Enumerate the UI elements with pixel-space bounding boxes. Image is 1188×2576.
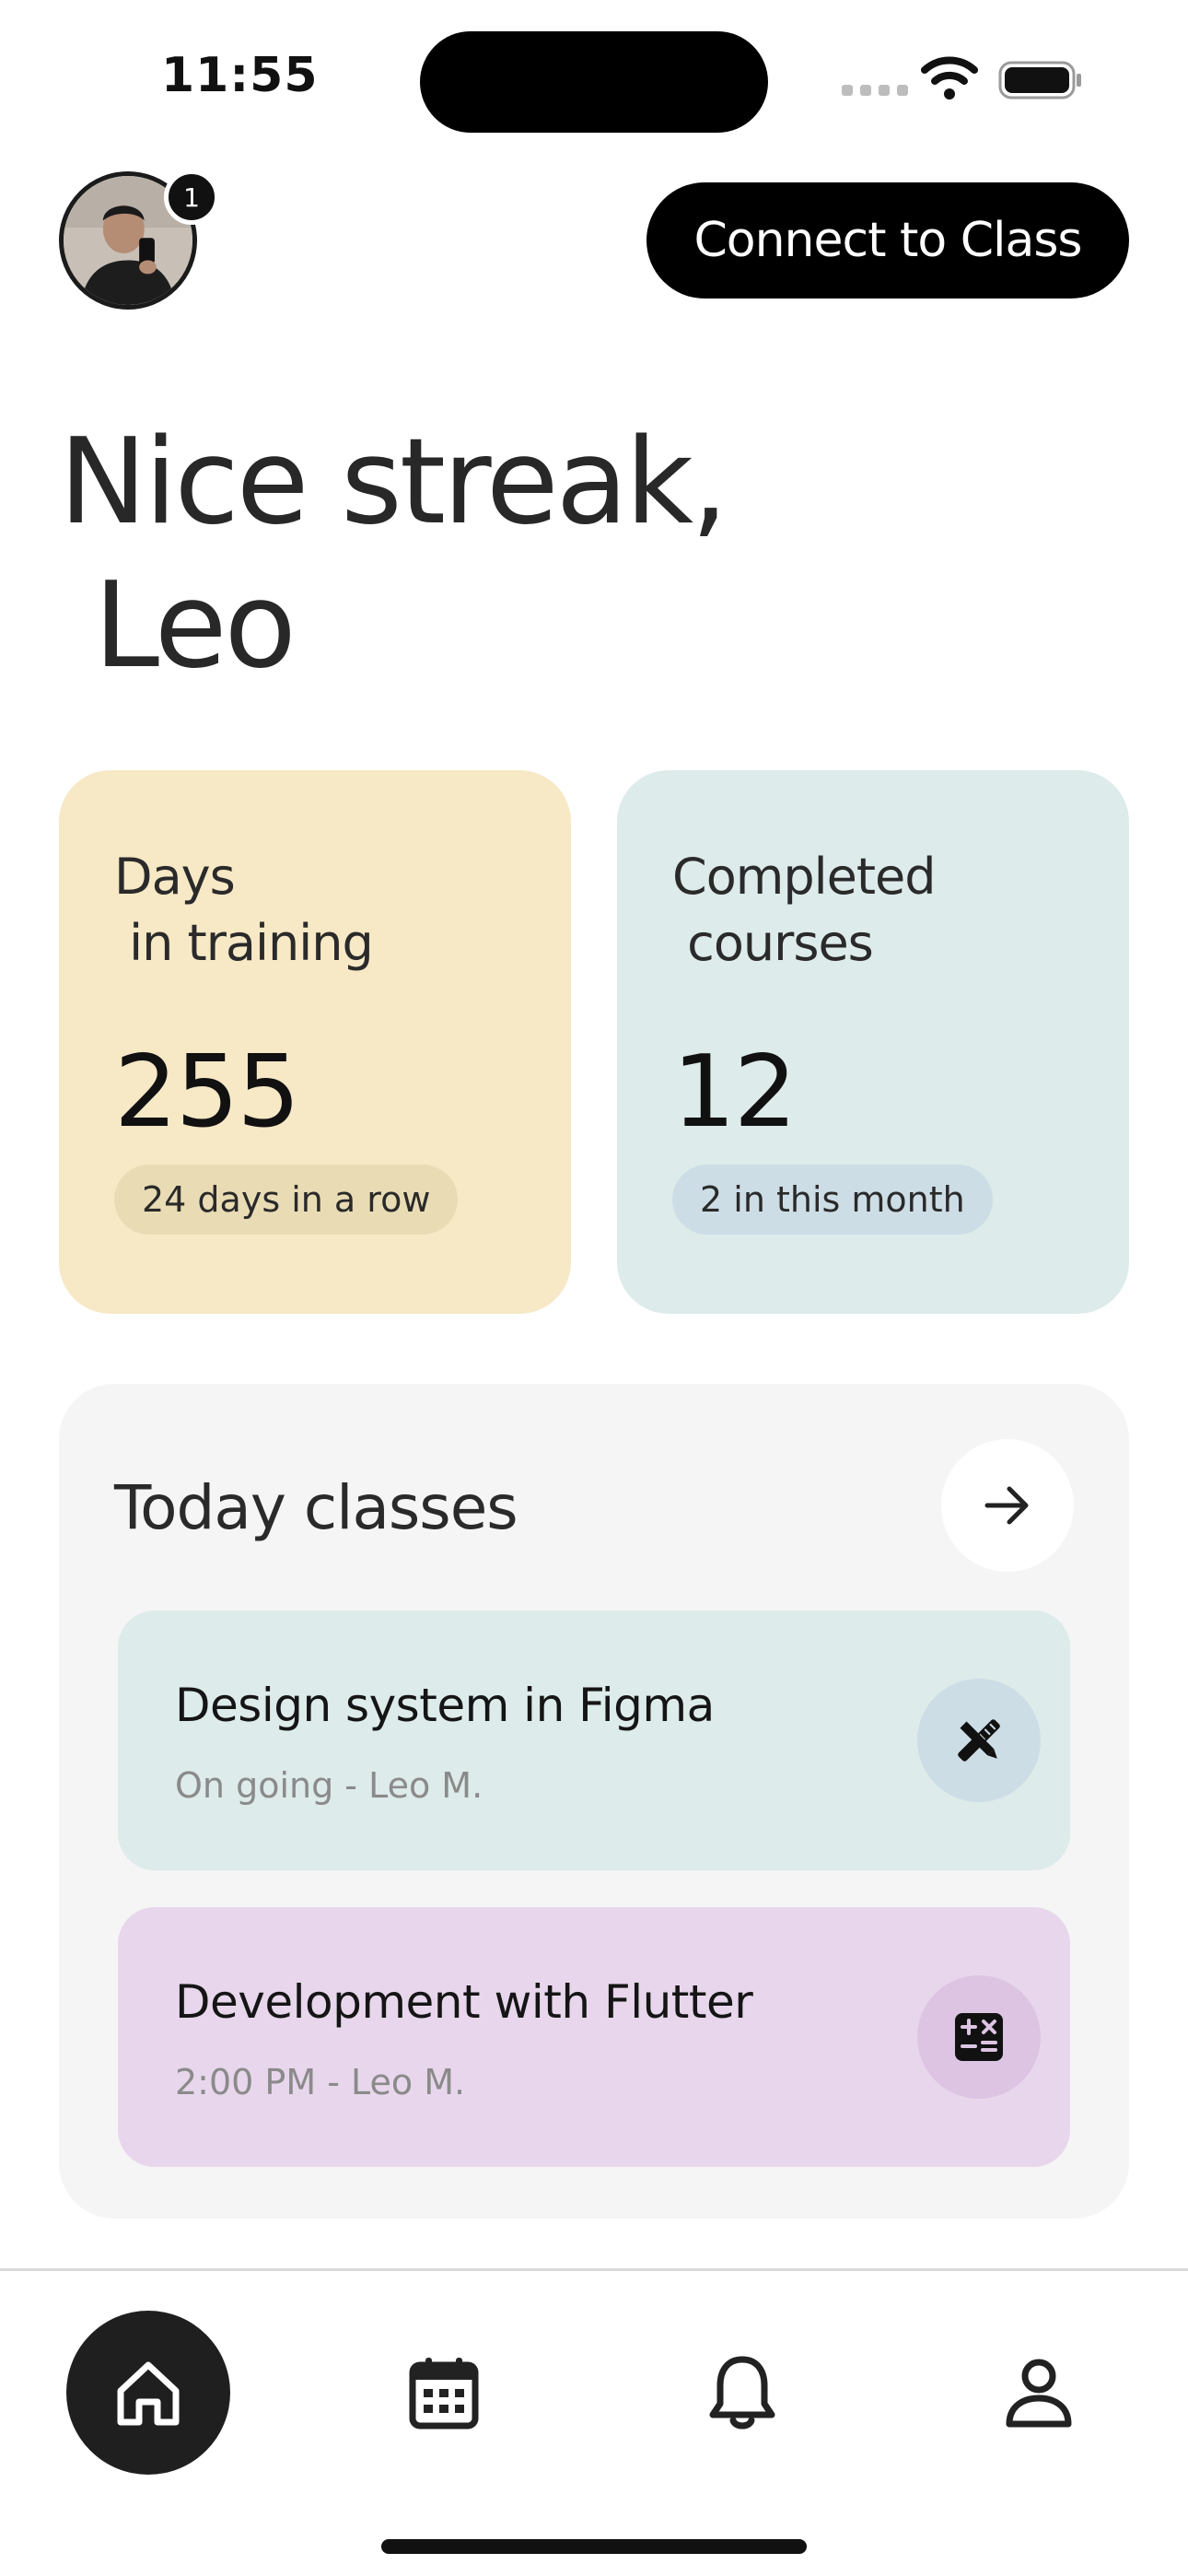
wifi-icon	[921, 56, 978, 100]
see-all-classes-button[interactable]	[941, 1439, 1074, 1572]
home-indicator	[381, 2539, 807, 2554]
nav-notifications[interactable]	[660, 2311, 824, 2475]
stat-chip: 24 days in a row	[114, 1165, 459, 1235]
stat-value: 255	[114, 1035, 300, 1150]
battery-icon	[998, 61, 1081, 100]
calendar-icon	[409, 2358, 479, 2430]
dynamic-island	[420, 31, 768, 133]
bell-icon	[709, 2356, 775, 2430]
today-classes-title: Today classes	[114, 1472, 518, 1543]
days-in-training-card[interactable]: Days in training 255 24 days in a row	[59, 770, 571, 1314]
calculator-icon	[955, 2013, 1003, 2061]
arrow-right-icon	[984, 1486, 1029, 1525]
stat-label: Days in training	[114, 848, 374, 972]
stat-label: Completed courses	[672, 848, 937, 972]
profile-icon	[1006, 2359, 1072, 2428]
design-tools-icon	[958, 1719, 1000, 1762]
today-classes-panel: Today classes Design system in Figma On …	[59, 1384, 1129, 2219]
notification-badge: 1	[164, 170, 219, 225]
class-card[interactable]: Design system in Figma On going - Leo M.	[118, 1610, 1070, 1870]
class-icon-badge	[917, 1679, 1041, 1802]
home-icon	[117, 2361, 180, 2426]
nav-profile[interactable]	[957, 2311, 1121, 2475]
nav-calendar[interactable]	[362, 2311, 526, 2475]
class-icon-badge	[917, 1975, 1041, 2099]
class-card[interactable]: Development with Flutter 2:00 PM - Leo M…	[118, 1907, 1070, 2167]
connect-to-class-button[interactable]: Connect to Class	[646, 182, 1129, 299]
completed-courses-card[interactable]: Completed courses 12 2 in this month	[617, 770, 1129, 1314]
stat-value: 12	[672, 1035, 797, 1150]
cellular-signal-icon	[842, 85, 908, 96]
bottom-nav-divider	[0, 2268, 1188, 2271]
status-time: 11:55	[161, 48, 319, 103]
stat-chip: 2 in this month	[672, 1165, 993, 1235]
greeting-title: Nice streak, Leo	[59, 414, 728, 695]
nav-home[interactable]	[66, 2311, 230, 2475]
